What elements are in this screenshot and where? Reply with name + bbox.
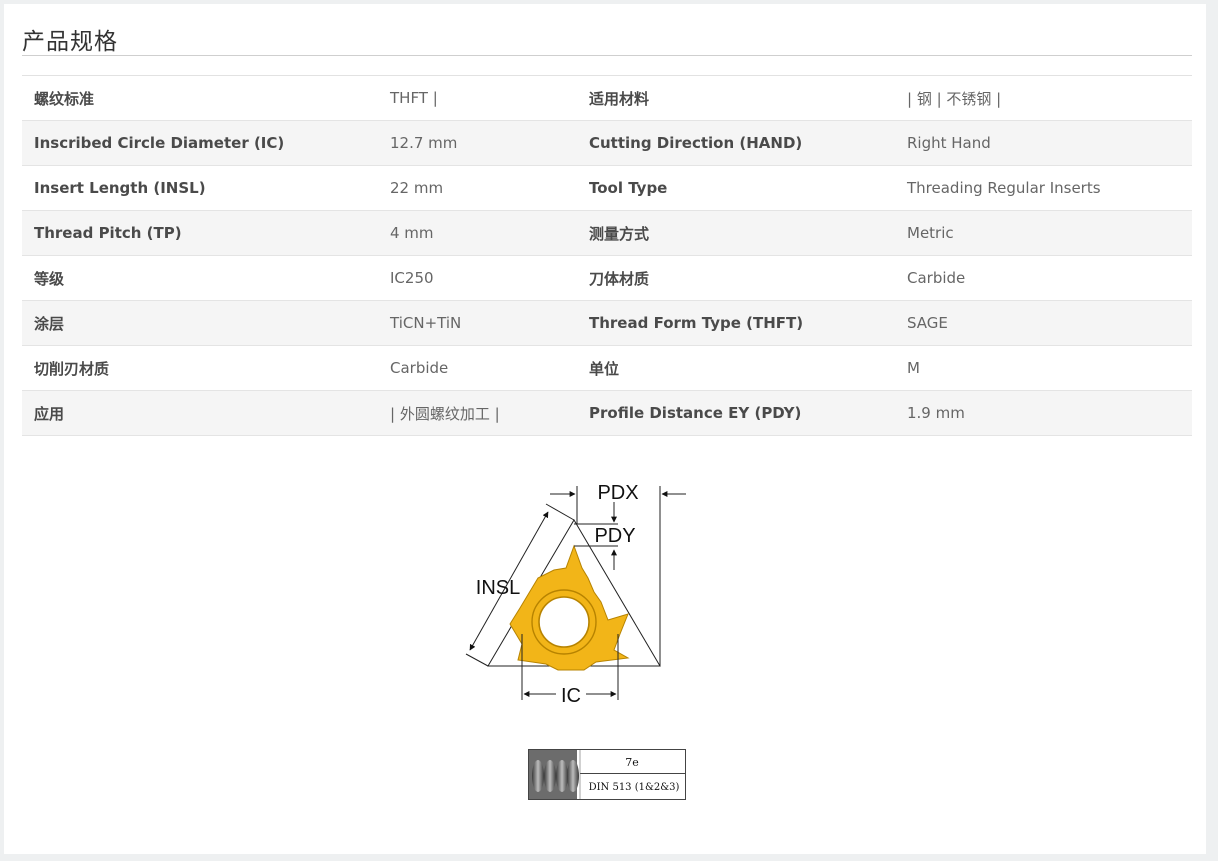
page-title: 产品规格	[22, 29, 118, 55]
table-row: Thread Pitch (TP) 4 mm 测量方式 Metric	[22, 210, 1192, 256]
thread-profile-icon	[532, 760, 544, 792]
spec-table: 螺纹标准 THFT | 适用材料 | 钢 | 不锈钢 | Inscribed C…	[22, 75, 1192, 436]
spec-key: Profile Distance EY (PDY)	[577, 390, 895, 436]
spec-key: Tool Type	[577, 165, 895, 211]
spec-key: 等级	[22, 255, 378, 301]
spec-value: | 钢 | 不锈钢 |	[895, 75, 1192, 121]
table-row: Inscribed Circle Diameter (IC) 12.7 mm C…	[22, 120, 1192, 166]
insl-label: INSL	[476, 577, 520, 599]
spec-key: 应用	[22, 390, 378, 436]
table-row: 螺纹标准 THFT | 适用材料 | 钢 | 不锈钢 |	[22, 75, 1192, 121]
spec-key: 适用材料	[577, 75, 895, 121]
spec-key: Cutting Direction (HAND)	[577, 120, 895, 166]
table-row: 应用 | 外圆螺纹加工 | Profile Distance EY (PDY) …	[22, 390, 1192, 436]
spec-key: Insert Length (INSL)	[22, 165, 378, 211]
spec-value: 12.7 mm	[378, 120, 577, 166]
pdy-label: PDY	[594, 525, 635, 547]
spec-key: 单位	[577, 345, 895, 391]
spec-key: 测量方式	[577, 210, 895, 256]
spec-value: Carbide	[895, 255, 1192, 301]
table-row: Insert Length (INSL) 22 mm Tool Type Thr…	[22, 165, 1192, 211]
table-row: 等级 IC250 刀体材质 Carbide	[22, 255, 1192, 301]
spec-key: 切削刃材质	[22, 345, 378, 391]
ic-label: IC	[561, 685, 581, 707]
tolerance-class: 7e	[625, 756, 639, 769]
spec-key: 螺纹标准	[22, 75, 378, 121]
spec-key: Inscribed Circle Diameter (IC)	[22, 120, 378, 166]
spec-value: Carbide	[378, 345, 577, 391]
spec-value: Metric	[895, 210, 1192, 256]
pdx-label: PDX	[597, 482, 638, 504]
spec-value: THFT |	[378, 75, 577, 121]
spec-value: M	[895, 345, 1192, 391]
spec-key: Thread Pitch (TP)	[22, 210, 378, 256]
spec-key: 刀体材质	[577, 255, 895, 301]
spec-value: 4 mm	[378, 210, 577, 256]
table-row: 涂层 TiCN+TiN Thread Form Type (THFT) SAGE	[22, 300, 1192, 346]
spec-value: | 外圆螺纹加工 |	[378, 390, 577, 436]
insert-dimension-diagram: PDX PDY INSL IC	[465, 482, 686, 707]
title-divider	[22, 55, 1192, 56]
din-standard-label: DIN 513 (1&2&3)	[589, 782, 680, 793]
spec-value: 22 mm	[378, 165, 577, 211]
product-spec-card: 产品规格 螺纹标准 THFT | 适用材料 | 钢 | 不锈钢 | Inscri…	[4, 4, 1206, 854]
table-row: 切削刃材质 Carbide 单位 M	[22, 345, 1192, 391]
spec-value: TiCN+TiN	[378, 300, 577, 346]
spec-value: Threading Regular Inserts	[895, 165, 1192, 211]
spec-value: 1.9 mm	[895, 390, 1192, 436]
spec-value: SAGE	[895, 300, 1192, 346]
spec-key: 涂层	[22, 300, 378, 346]
spec-value: Right Hand	[895, 120, 1192, 166]
thread-standard-box: 7e DIN 513 (1&2&3)	[528, 749, 686, 800]
spec-key: Thread Form Type (THFT)	[577, 300, 895, 346]
spec-value: IC250	[378, 255, 577, 301]
